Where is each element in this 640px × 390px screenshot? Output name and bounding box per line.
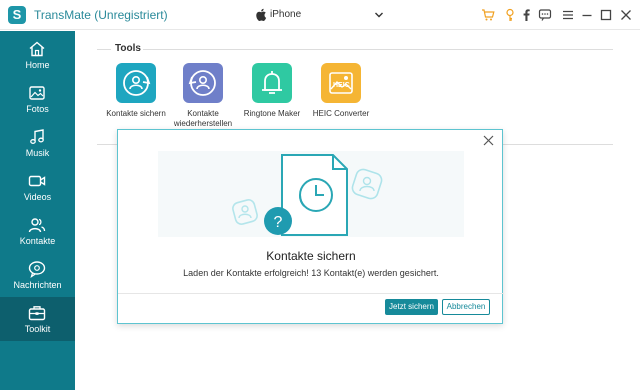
toolkit-icon bbox=[28, 306, 46, 321]
menu-icon[interactable] bbox=[561, 8, 575, 22]
tools-heading: Tools bbox=[115, 43, 141, 54]
apple-icon bbox=[256, 8, 267, 21]
tool-label: HEIC Converter bbox=[312, 109, 370, 118]
tool-label: Ringtone Maker bbox=[243, 109, 301, 118]
backup-now-button[interactable]: Jetzt sichern bbox=[385, 299, 438, 315]
device-name: iPhone bbox=[270, 9, 302, 20]
sidebar-item-label: Videos bbox=[23, 192, 52, 202]
bell-icon bbox=[252, 63, 292, 103]
sidebar-item-musik[interactable]: Musik bbox=[0, 121, 75, 165]
restore-contacts-icon bbox=[183, 63, 223, 103]
divider bbox=[143, 49, 613, 50]
close-icon[interactable] bbox=[619, 8, 633, 22]
sidebar-item-label: Toolkit bbox=[24, 324, 51, 334]
sidebar-item-label: Kontakte bbox=[19, 236, 56, 246]
key-icon[interactable] bbox=[503, 8, 517, 22]
backup-dialog: ? Kontakte sichern Laden der Kontakte er… bbox=[117, 129, 504, 324]
feedback-icon[interactable] bbox=[538, 8, 552, 22]
divider bbox=[118, 293, 504, 294]
photo-icon bbox=[29, 86, 45, 100]
minimize-icon[interactable] bbox=[580, 8, 594, 22]
app-logo: S bbox=[8, 6, 26, 24]
svg-text:HEIC: HEIC bbox=[333, 82, 350, 89]
sidebar-item-videos[interactable]: Videos bbox=[0, 165, 75, 209]
sidebar-item-fotos[interactable]: Fotos bbox=[0, 77, 75, 121]
sidebar-item-label: Nachrichten bbox=[13, 280, 62, 290]
chevron-down-icon bbox=[375, 12, 383, 18]
app-title: TransMate (Unregistriert) bbox=[34, 8, 168, 22]
maximize-icon[interactable] bbox=[599, 8, 613, 22]
question-mark: ? bbox=[274, 214, 283, 231]
sidebar-item-label: Home bbox=[25, 60, 50, 70]
dialog-message: Laden der Kontakte erfolgreich! 13 Konta… bbox=[183, 268, 439, 278]
cancel-button[interactable]: Abbrechen bbox=[442, 299, 490, 315]
facebook-icon[interactable] bbox=[519, 8, 533, 22]
title-bar: S TransMate (Unregistriert) iPhone bbox=[0, 0, 640, 30]
contacts-icon bbox=[28, 218, 46, 233]
video-icon bbox=[28, 175, 46, 187]
messages-icon bbox=[28, 261, 46, 278]
sidebar-item-home[interactable]: Home bbox=[0, 33, 75, 77]
backup-illustration: ? bbox=[158, 151, 464, 237]
home-icon bbox=[29, 41, 45, 57]
sidebar-item-toolkit[interactable]: Toolkit bbox=[0, 297, 75, 341]
divider bbox=[97, 49, 111, 50]
backup-contacts-icon bbox=[116, 63, 156, 103]
device-selector[interactable]: iPhone bbox=[250, 6, 388, 24]
heic-icon: HEIC bbox=[321, 63, 361, 103]
sidebar-item-kontakte[interactable]: Kontakte bbox=[0, 209, 75, 253]
tool-label: Kontakte wiederherstellen bbox=[173, 109, 233, 128]
sidebar-item-label: Musik bbox=[25, 148, 50, 158]
cart-icon[interactable] bbox=[481, 8, 495, 22]
sidebar-item-nachrichten[interactable]: Nachrichten bbox=[0, 253, 75, 297]
sidebar: Home Fotos Musik Videos Kontakte Nachric… bbox=[0, 31, 75, 390]
close-icon[interactable] bbox=[483, 135, 494, 146]
dialog-title: Kontakte sichern bbox=[266, 249, 356, 263]
sidebar-item-label: Fotos bbox=[26, 104, 49, 114]
music-icon bbox=[30, 129, 44, 144]
